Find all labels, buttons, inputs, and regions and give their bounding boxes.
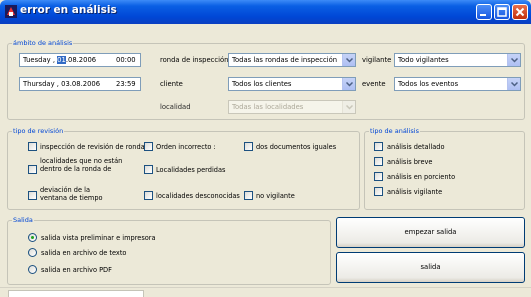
- date-to-field[interactable]: Thursday , 03.08.2006 23:59: [19, 77, 141, 91]
- checkbox-analisis-detallado[interactable]: [374, 142, 383, 151]
- checkbox-localidades-perdidas[interactable]: [144, 165, 153, 174]
- checkbox-label: deviación de la ventana de tiempo: [40, 186, 103, 202]
- checkbox-label: análisis detallado: [387, 143, 445, 151]
- checkbox-label: análisis breve: [387, 158, 433, 166]
- checkbox-inspeccion-revision[interactable]: [28, 142, 37, 151]
- radio-salida-vista-preliminar[interactable]: [28, 233, 37, 242]
- ronda-label: ronda de inspección: [160, 56, 229, 64]
- radio-label: salida vista preliminar e impresora: [41, 234, 156, 242]
- date-to-day: Thursday: [23, 80, 55, 88]
- radio-salida-archivo-pdf[interactable]: [28, 265, 37, 274]
- status-tab: [8, 290, 144, 297]
- chevron-down-icon: [346, 105, 353, 110]
- checkbox-analisis-breve[interactable]: [374, 157, 383, 166]
- checkbox-label: análisis en porciento: [387, 173, 456, 181]
- checkbox-analisis-porciento[interactable]: [374, 172, 383, 181]
- chevron-down-icon: [511, 82, 518, 87]
- chevron-down-icon: [346, 82, 353, 87]
- checkbox-label: dos documentos iguales: [256, 143, 337, 151]
- ambito-group-title: ámbito de análisis: [12, 39, 74, 48]
- checkbox-no-vigilante[interactable]: [244, 191, 253, 200]
- close-icon: [515, 7, 525, 17]
- checkbox-label: análisis vigilante: [387, 188, 443, 196]
- vigilante-select[interactable]: Todo vigilantes: [394, 53, 521, 67]
- window-title: error en análisis: [20, 4, 117, 16]
- radio-label: salida en archivo PDF: [41, 266, 112, 274]
- checkbox-label: inspección de revisión de ronda: [40, 143, 145, 151]
- localidad-dropdown-button: [342, 101, 355, 113]
- evente-select[interactable]: Todos los eventos: [394, 77, 521, 91]
- date-from-day: Tuesday: [23, 56, 51, 64]
- app-icon: [5, 5, 17, 18]
- checkbox-label: localidades que no están dentro de la ro…: [40, 157, 123, 173]
- vigilante-value: Todo vigilantes: [398, 56, 449, 64]
- cliente-value: Todos los clientes: [232, 80, 292, 88]
- maximize-button[interactable]: [494, 4, 510, 20]
- date-from-time: 00:00: [116, 56, 136, 64]
- date-from-selected-day: 01: [57, 56, 66, 64]
- vigilante-label: vigilante: [362, 56, 392, 64]
- checkbox-label: Orden incorrecto :: [156, 143, 216, 151]
- main-window: error en análisis ámbito de análisis Tue…: [0, 0, 531, 297]
- date-from-separator: ,: [52, 56, 55, 64]
- exit-button[interactable]: salida: [336, 252, 525, 283]
- checkbox-label: Localidades perdidas: [156, 166, 226, 174]
- localidad-value: Todas las localidades: [232, 103, 304, 111]
- date-from-field[interactable]: Tuesday , 01.08.2006 00:00: [19, 53, 141, 67]
- date-to-date: 03.08.2006: [61, 80, 101, 88]
- localidad-select: Todas las localidades: [228, 100, 356, 114]
- checkbox-orden-incorrecto[interactable]: [144, 142, 153, 151]
- evente-label: evente: [362, 80, 386, 88]
- evente-dropdown-button[interactable]: [507, 78, 520, 90]
- checkbox-label: no vigilante: [256, 192, 295, 200]
- chevron-down-icon: [346, 58, 353, 63]
- maximize-icon: [497, 7, 507, 17]
- start-output-label: empezar salida: [404, 228, 457, 236]
- evente-value: Todos los eventos: [398, 80, 459, 88]
- cliente-dropdown-button[interactable]: [342, 78, 355, 90]
- cliente-label: cliente: [160, 80, 183, 88]
- title-bar[interactable]: error en análisis: [0, 0, 531, 24]
- exit-label: salida: [420, 263, 441, 271]
- radio-label: salida en archivo de texto: [41, 249, 127, 257]
- checkbox-localidades-desconocidas[interactable]: [144, 191, 153, 200]
- checkbox-localidades-fuera-ronda[interactable]: [28, 165, 37, 174]
- close-button[interactable]: [512, 4, 528, 20]
- minimize-button[interactable]: [476, 4, 492, 20]
- date-to-separator: ,: [56, 80, 59, 88]
- radio-salida-archivo-texto[interactable]: [28, 248, 37, 257]
- checkbox-dos-documentos[interactable]: [244, 142, 253, 151]
- checkbox-deviacion-ventana[interactable]: [28, 191, 37, 200]
- checkbox-analisis-vigilante[interactable]: [374, 187, 383, 196]
- date-to-time: 23:59: [116, 80, 136, 88]
- chevron-down-icon: [511, 58, 518, 63]
- date-from-rest: .08.2006: [65, 56, 97, 64]
- start-output-button[interactable]: empezar salida: [336, 217, 525, 248]
- vigilante-dropdown-button[interactable]: [507, 54, 520, 66]
- checkbox-label: localidades desconocidas: [156, 192, 240, 200]
- ronda-select[interactable]: Todas las rondas de inspección: [228, 53, 356, 67]
- ronda-value: Todas las rondas de inspección: [232, 56, 338, 64]
- cliente-select[interactable]: Todos los clientes: [228, 77, 356, 91]
- revision-group-title: tipo de revisión: [12, 127, 65, 136]
- analisis-group-title: tipo de análisis: [369, 127, 420, 136]
- salida-group-title: Salida: [12, 216, 34, 225]
- ronda-dropdown-button[interactable]: [342, 54, 355, 66]
- minimize-icon: [480, 14, 486, 16]
- localidad-label: localidad: [160, 103, 191, 111]
